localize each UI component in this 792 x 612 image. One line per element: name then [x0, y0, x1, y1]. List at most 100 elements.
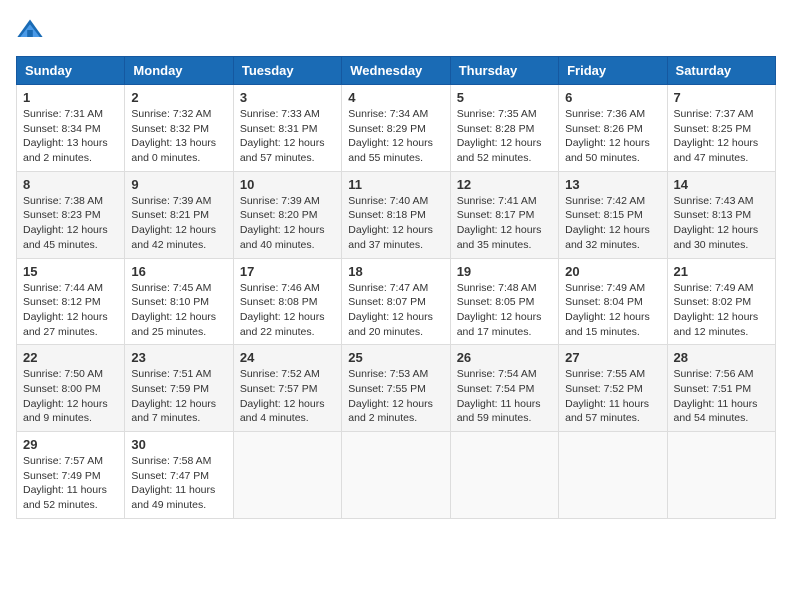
day-info-line: Daylight: 12 hours: [131, 223, 226, 238]
day-info-line: and 9 minutes.: [23, 411, 118, 426]
day-info-line: Sunrise: 7:37 AM: [674, 107, 769, 122]
day-info-line: and 32 minutes.: [565, 238, 660, 253]
day-header: Saturday: [667, 57, 775, 85]
day-number: 25: [348, 350, 443, 365]
calendar-cell: 13Sunrise: 7:42 AMSunset: 8:15 PMDayligh…: [559, 171, 667, 258]
calendar-week-row: 15Sunrise: 7:44 AMSunset: 8:12 PMDayligh…: [17, 258, 776, 345]
calendar-cell: 29Sunrise: 7:57 AMSunset: 7:49 PMDayligh…: [17, 432, 125, 519]
day-info-line: Sunrise: 7:42 AM: [565, 194, 660, 209]
day-info-line: Daylight: 11 hours: [457, 397, 552, 412]
calendar-cell: 11Sunrise: 7:40 AMSunset: 8:18 PMDayligh…: [342, 171, 450, 258]
calendar-cell: [450, 432, 558, 519]
day-number: 12: [457, 177, 552, 192]
day-info-line: and 12 minutes.: [674, 325, 769, 340]
day-info-line: Sunrise: 7:43 AM: [674, 194, 769, 209]
calendar-cell: [559, 432, 667, 519]
day-info-line: Sunrise: 7:32 AM: [131, 107, 226, 122]
day-header: Thursday: [450, 57, 558, 85]
day-info-line: Sunrise: 7:51 AM: [131, 367, 226, 382]
day-info-line: Sunset: 7:51 PM: [674, 382, 769, 397]
day-header: Wednesday: [342, 57, 450, 85]
calendar-week-row: 29Sunrise: 7:57 AMSunset: 7:49 PMDayligh…: [17, 432, 776, 519]
day-info-line: and 47 minutes.: [674, 151, 769, 166]
day-number: 23: [131, 350, 226, 365]
calendar-week-row: 22Sunrise: 7:50 AMSunset: 8:00 PMDayligh…: [17, 345, 776, 432]
calendar-cell: 24 Sunrise: 7:52 AMSunset: 7:57 PMDayligh…: [233, 345, 341, 432]
day-header: Tuesday: [233, 57, 341, 85]
day-info-line: and 57 minutes.: [240, 151, 335, 166]
day-info-line: and 49 minutes.: [131, 498, 226, 513]
day-info-line: and 22 minutes.: [240, 325, 335, 340]
calendar-cell: 12Sunrise: 7:41 AMSunset: 8:17 PMDayligh…: [450, 171, 558, 258]
day-number: 28: [674, 350, 769, 365]
day-info-line: Sunset: 8:28 PM: [457, 122, 552, 137]
day-info-line: Sunrise: 7:40 AM: [348, 194, 443, 209]
day-info-line: Sunrise: 7:36 AM: [565, 107, 660, 122]
day-info-line: Sunset: 8:08 PM: [240, 295, 335, 310]
day-info-line: Daylight: 12 hours: [23, 223, 118, 238]
day-info-line: Sunrise: 7:55 AM: [565, 367, 660, 382]
calendar-cell: 2Sunrise: 7:32 AMSunset: 8:32 PMDaylight…: [125, 85, 233, 172]
calendar-cell: 17Sunrise: 7:46 AMSunset: 8:08 PMDayligh…: [233, 258, 341, 345]
day-number: 7: [674, 90, 769, 105]
calendar-cell: 27Sunrise: 7:55 AMSunset: 7:52 PMDayligh…: [559, 345, 667, 432]
day-info-line: Sunset: 8:18 PM: [348, 208, 443, 223]
day-info-line: Daylight: 12 hours: [674, 136, 769, 151]
day-info-line: Daylight: 12 hours: [348, 223, 443, 238]
day-info-line: Sunrise: 7:49 AM: [565, 281, 660, 296]
day-number: 16: [131, 264, 226, 279]
day-info-line: and 40 minutes.: [240, 238, 335, 253]
day-info-line: and 7 minutes.: [131, 411, 226, 426]
day-info-line: Sunrise: 7:50 AM: [23, 367, 118, 382]
day-info-line: Daylight: 11 hours: [23, 483, 118, 498]
day-info-line: Sunrise: 7:53 AM: [348, 367, 443, 382]
day-number: 10: [240, 177, 335, 192]
day-info-line: Sunrise: 7:33 AM: [240, 107, 335, 122]
day-info-line: and 59 minutes.: [457, 411, 552, 426]
day-info-line: Daylight: 13 hours: [23, 136, 118, 151]
day-number: 9: [131, 177, 226, 192]
day-info-line: Daylight: 12 hours: [348, 310, 443, 325]
day-info-line: and 20 minutes.: [348, 325, 443, 340]
day-info-line: Sunset: 8:25 PM: [674, 122, 769, 137]
day-info-line: Sunset: 7:52 PM: [565, 382, 660, 397]
calendar-cell: 9 Sunrise: 7:39 AMSunset: 8:21 PMDaylight…: [125, 171, 233, 258]
day-info-line: Sunrise: 7:48 AM: [457, 281, 552, 296]
day-info-line: Daylight: 12 hours: [131, 310, 226, 325]
day-number: 5: [457, 90, 552, 105]
day-info-line: Sunrise: 7:35 AM: [457, 107, 552, 122]
day-number: 15: [23, 264, 118, 279]
day-info-line: Daylight: 12 hours: [240, 397, 335, 412]
day-info-line: Sunset: 7:57 PM: [240, 382, 335, 397]
day-info-line: Daylight: 12 hours: [565, 136, 660, 151]
day-info-line: Sunrise: 7:56 AM: [674, 367, 769, 382]
day-number: 24: [240, 350, 335, 365]
day-number: 29: [23, 437, 118, 452]
day-info-line: Sunset: 8:23 PM: [23, 208, 118, 223]
day-number: 6: [565, 90, 660, 105]
day-info-line: Sunset: 7:49 PM: [23, 469, 118, 484]
day-info-line: Daylight: 12 hours: [348, 397, 443, 412]
day-info-line: Sunrise: 7:41 AM: [457, 194, 552, 209]
day-info-line: and 52 minutes.: [23, 498, 118, 513]
calendar-cell: 7 Sunrise: 7:37 AMSunset: 8:25 PMDaylight…: [667, 85, 775, 172]
day-info-line: and 2 minutes.: [348, 411, 443, 426]
day-info-line: Daylight: 11 hours: [565, 397, 660, 412]
day-info-line: Daylight: 12 hours: [457, 310, 552, 325]
day-info-line: and 54 minutes.: [674, 411, 769, 426]
day-header: Friday: [559, 57, 667, 85]
calendar-cell: 18Sunrise: 7:47 AMSunset: 8:07 PMDayligh…: [342, 258, 450, 345]
day-info-line: Sunset: 8:26 PM: [565, 122, 660, 137]
calendar-cell: 6 Sunrise: 7:36 AMSunset: 8:26 PMDaylight…: [559, 85, 667, 172]
day-info-line: Daylight: 12 hours: [565, 310, 660, 325]
calendar-cell: 28Sunrise: 7:56 AMSunset: 7:51 PMDayligh…: [667, 345, 775, 432]
day-info-line: Daylight: 12 hours: [240, 310, 335, 325]
day-info-line: Sunset: 8:21 PM: [131, 208, 226, 223]
day-info-line: Daylight: 12 hours: [457, 136, 552, 151]
calendar-body: 1Sunrise: 7:31 AMSunset: 8:34 PMDaylight…: [17, 85, 776, 519]
calendar-cell: [667, 432, 775, 519]
day-info-line: Sunrise: 7:39 AM: [131, 194, 226, 209]
calendar-cell: 5 Sunrise: 7:35 AMSunset: 8:28 PMDaylight…: [450, 85, 558, 172]
day-info-line: Sunset: 8:20 PM: [240, 208, 335, 223]
day-info-line: Sunrise: 7:52 AM: [240, 367, 335, 382]
